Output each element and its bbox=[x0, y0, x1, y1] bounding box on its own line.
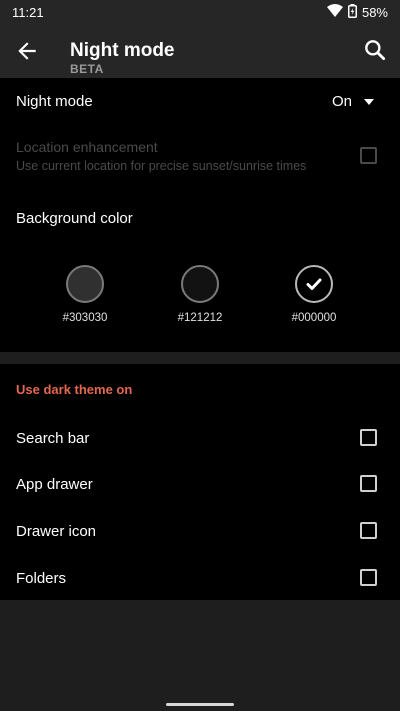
drawer-icon-checkbox[interactable] bbox=[360, 522, 377, 539]
option-folders[interactable]: Folders bbox=[0, 557, 400, 601]
option-label: Search bar bbox=[16, 430, 90, 447]
app-drawer-checkbox[interactable] bbox=[360, 475, 377, 492]
option-app-drawer[interactable]: App drawer bbox=[0, 463, 400, 507]
swatch-label: #000000 bbox=[291, 312, 337, 324]
option-label: Folders bbox=[16, 570, 67, 587]
search-button[interactable] bbox=[362, 37, 388, 63]
battery-percent: 58% bbox=[361, 4, 388, 20]
back-arrow-icon bbox=[18, 42, 36, 60]
page-title: Night mode bbox=[70, 40, 175, 61]
folders-checkbox[interactable] bbox=[360, 569, 377, 586]
location-enhancement-subtitle: Use current location for precise sunset/… bbox=[16, 159, 307, 173]
location-enhancement-checkbox[interactable] bbox=[360, 147, 377, 164]
search-icon bbox=[365, 40, 386, 61]
swatch-000000[interactable] bbox=[295, 265, 333, 303]
check-icon bbox=[306, 278, 322, 290]
option-label: App drawer bbox=[16, 476, 93, 493]
option-drawer-icon[interactable]: Drawer icon bbox=[0, 510, 400, 554]
back-button[interactable] bbox=[14, 38, 40, 64]
dropdown-arrow-icon bbox=[364, 98, 374, 105]
swatch-121212[interactable] bbox=[181, 265, 219, 303]
page-subtitle: BETA bbox=[70, 62, 104, 76]
option-search-bar[interactable]: Search bar bbox=[0, 416, 400, 460]
battery-icon bbox=[347, 3, 357, 21]
gesture-nav-handle[interactable] bbox=[166, 703, 234, 706]
swatch-label: #121212 bbox=[177, 312, 223, 324]
swatch-303030[interactable] bbox=[66, 265, 104, 303]
night-mode-value: On bbox=[331, 93, 352, 110]
night-mode-row[interactable]: Night mode On bbox=[0, 78, 400, 126]
status-time: 11:21 bbox=[12, 4, 44, 20]
night-mode-dropdown[interactable]: On bbox=[332, 93, 374, 110]
section-header: Use dark theme on bbox=[16, 382, 133, 397]
night-mode-label: Night mode bbox=[16, 93, 93, 110]
location-enhancement-title: Location enhancement bbox=[16, 139, 158, 155]
night-mode-settings: Night mode On Location enhancement Use c… bbox=[0, 78, 400, 352]
option-label: Drawer icon bbox=[16, 523, 97, 540]
status-bar: 11:21 58% bbox=[0, 0, 400, 24]
wifi-icon bbox=[326, 4, 343, 20]
background-color-label: Background color bbox=[16, 210, 133, 227]
toolbar: Night mode BETA bbox=[0, 24, 400, 78]
dark-theme-settings: Use dark theme on Search bar App drawer … bbox=[0, 364, 400, 600]
search-bar-checkbox[interactable] bbox=[360, 429, 377, 446]
swatch-label: #303030 bbox=[62, 312, 108, 324]
status-icons: 58% bbox=[326, 3, 388, 21]
